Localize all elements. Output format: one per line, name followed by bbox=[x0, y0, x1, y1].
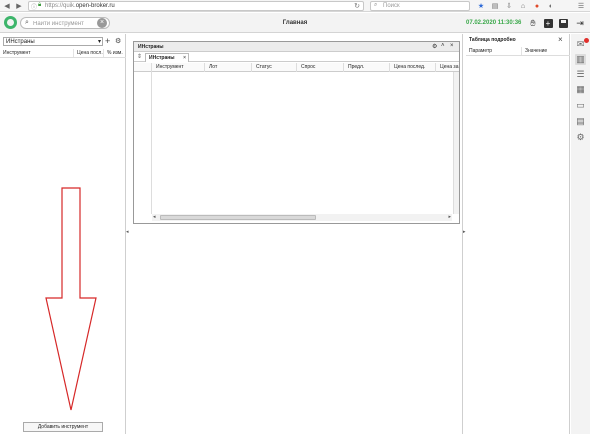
column-header[interactable]: % изм. bbox=[104, 49, 126, 57]
add-list-button[interactable]: + bbox=[105, 36, 110, 46]
column-header[interactable]: Статус bbox=[252, 63, 297, 72]
list-icon[interactable]: ☰ bbox=[575, 69, 586, 80]
browser-toolbar: ◀ ▶ ⓘ 🔒︎ https://quik.open-broker.ru ↻ ⌕… bbox=[0, 0, 590, 12]
scrollbar-thumb[interactable] bbox=[160, 215, 316, 220]
info-icon[interactable]: ⓘ bbox=[31, 2, 37, 11]
column-header[interactable]: Цена послед. bbox=[390, 63, 436, 72]
window-icon[interactable]: ▭ bbox=[575, 100, 586, 111]
extension-icon[interactable]: ◐ bbox=[546, 1, 556, 11]
reload-icon[interactable]: ↻ bbox=[354, 2, 360, 10]
tab-list-icon[interactable]: ⇕ bbox=[137, 53, 142, 60]
lock-icon: 🔒︎ bbox=[38, 2, 42, 8]
tab-instruments[interactable]: ИНстраны × bbox=[145, 53, 189, 62]
gear-icon[interactable]: ⚙︎ bbox=[575, 132, 586, 143]
url-text: https://quik.open-broker.ru bbox=[45, 3, 115, 9]
column-header[interactable]: Значение bbox=[522, 47, 570, 55]
notification-dot bbox=[584, 38, 589, 43]
column-header[interactable]: Цена посл. bbox=[74, 49, 104, 57]
scroll-left-icon[interactable]: ◂ bbox=[153, 214, 156, 220]
column-header[interactable]: Лот bbox=[205, 63, 252, 72]
hand-icon[interactable]: ✋︎ bbox=[527, 17, 539, 29]
add-widget-button[interactable]: + bbox=[542, 17, 554, 29]
column-header[interactable]: Инструмент bbox=[152, 63, 205, 72]
app-header: ⌕ × Главная 07.02.2020 11:30:36 ✋︎ + ⇥ bbox=[0, 13, 590, 33]
back-icon[interactable]: ◀ bbox=[2, 1, 12, 11]
scroll-right-icon[interactable]: ▸ bbox=[448, 214, 451, 220]
gear-icon[interactable]: ⚙︎ bbox=[115, 37, 121, 45]
list-select-value: ИНстраны bbox=[6, 39, 35, 45]
chart-icon[interactable]: ▦ bbox=[575, 84, 586, 95]
close-tab-icon[interactable]: × bbox=[183, 54, 186, 62]
library-icon[interactable]: ▤ bbox=[490, 1, 500, 11]
add-instrument-button[interactable]: Добавить инструмент bbox=[23, 422, 103, 432]
mail-icon[interactable]: ✉︎ bbox=[575, 38, 589, 50]
column-header[interactable]: Инструмент bbox=[0, 49, 74, 57]
layout-icon[interactable]: ▥ bbox=[575, 54, 586, 65]
right-toolbar: ✉︎ ▥ ☰ ▦ ▭ ▤ ⚙︎ bbox=[571, 34, 590, 434]
menu-icon[interactable]: ☰ bbox=[576, 1, 586, 11]
server-datetime: 07.02.2020 11:30:36 bbox=[466, 20, 522, 26]
widget-tabbar: ⇕ ИНстраны × bbox=[134, 52, 459, 62]
instruments-widget: ИНстраны ⚙︎ ˄ × ⇕ ИНстраны × Инструмент … bbox=[133, 41, 460, 224]
details-panel-title: Таблица подробно bbox=[469, 37, 516, 43]
browser-search-box[interactable]: ⌕ Поиск bbox=[370, 1, 470, 11]
gear-icon[interactable]: ⚙︎ bbox=[432, 43, 437, 50]
annotation-arrow bbox=[45, 187, 97, 411]
row-number-column bbox=[134, 63, 152, 214]
home-icon[interactable]: ⌂ bbox=[518, 1, 528, 11]
horizontal-scrollbar[interactable]: ◂ ▸ bbox=[152, 214, 452, 221]
tab-label: ИНстраны bbox=[149, 55, 175, 61]
column-header[interactable]: Параметр bbox=[466, 47, 522, 55]
close-icon[interactable]: × bbox=[450, 43, 454, 49]
list-select[interactable]: ИНстраны ▾ bbox=[3, 37, 103, 46]
column-header[interactable]: Спрос bbox=[297, 63, 344, 72]
minimize-icon[interactable]: ˄ bbox=[441, 43, 445, 49]
forward-icon[interactable]: ▶ bbox=[14, 1, 24, 11]
column-header[interactable]: Предл. bbox=[344, 63, 390, 72]
details-table-header: Параметр Значение bbox=[466, 47, 570, 56]
adblock-icon[interactable]: ● bbox=[532, 1, 542, 11]
download-icon[interactable]: ⇩ bbox=[504, 1, 514, 11]
address-bar[interactable]: ⓘ 🔒︎ https://quik.open-broker.ru ↻ bbox=[28, 1, 364, 11]
widget-title: ИНстраны bbox=[138, 44, 164, 50]
details-panel: Таблица подробно × Параметр Значение bbox=[466, 34, 570, 434]
close-icon[interactable]: × bbox=[558, 35, 563, 44]
workspace: ИНстраны ⚙︎ ˄ × ⇕ ИНстраны × Инструмент … bbox=[129, 34, 463, 434]
browser-search-placeholder: Поиск bbox=[383, 3, 400, 9]
bookmark-star-icon[interactable]: ★ bbox=[476, 1, 486, 11]
vertical-scrollbar[interactable] bbox=[453, 72, 459, 214]
search-icon: ⌕ bbox=[374, 2, 378, 8]
column-header[interactable]: Цена за bbox=[436, 63, 459, 72]
instruments-grid-header: Инструмент Лот Статус Спрос Предл. Цена … bbox=[134, 63, 459, 72]
save-icon[interactable] bbox=[557, 17, 569, 29]
widget-titlebar[interactable]: ИНстраны ⚙︎ ˄ × bbox=[134, 42, 459, 52]
instrument-list-header: Инструмент Цена посл. % изм. bbox=[0, 49, 126, 58]
logout-icon[interactable]: ⇥ bbox=[574, 17, 586, 29]
chevron-down-icon: ▾ bbox=[97, 39, 101, 45]
table-icon[interactable]: ▤ bbox=[575, 116, 586, 127]
